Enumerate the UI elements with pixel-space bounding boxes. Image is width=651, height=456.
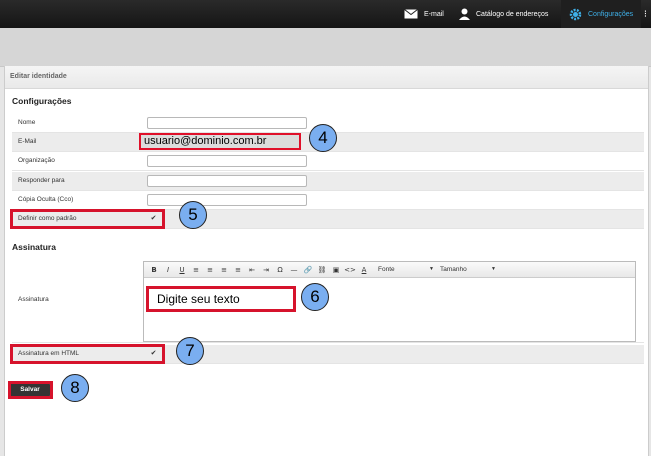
bold-button[interactable]: B	[148, 264, 160, 276]
indent-button[interactable]: ⇥	[260, 264, 272, 276]
more-menu-icon: ⁝	[643, 8, 647, 20]
italic-button[interactable]: I	[162, 264, 174, 276]
email-label: E-Mail	[18, 138, 37, 145]
nav-email-label: E-mail	[424, 10, 444, 18]
person-icon	[459, 8, 470, 20]
more-menu[interactable]: ⁝	[644, 0, 647, 28]
top-navigation-bar: E-mail Catálogo de endereços Configuraçõ…	[0, 0, 651, 28]
special-char-button[interactable]: Ω	[274, 264, 286, 276]
align-center-button[interactable]: ≡	[204, 264, 216, 276]
signature-section-title: Assinatura	[12, 242, 56, 252]
callout-6: 6	[301, 283, 329, 311]
reply-row: Responder para	[12, 172, 644, 191]
outdent-button[interactable]: ⇤	[246, 264, 258, 276]
font-select-arrow-icon: ▼	[429, 266, 434, 272]
signature-text[interactable]: Digite seu texto	[146, 286, 296, 312]
align-left-button[interactable]: ≡	[190, 264, 202, 276]
image-button[interactable]: ▣	[330, 264, 342, 276]
nav-settings[interactable]: Configurações	[561, 0, 642, 28]
callout-7: 7	[176, 337, 204, 365]
panel-header: Editar identidade	[5, 66, 648, 89]
org-label: Organização	[18, 157, 55, 164]
email-field[interactable]: usuario@dominio.com.br	[139, 133, 301, 150]
source-code-button[interactable]: <>	[344, 264, 356, 276]
nav-email[interactable]: E-mail	[404, 0, 444, 28]
reply-field[interactable]	[147, 175, 307, 187]
horizontal-rule-button[interactable]: —	[288, 264, 300, 276]
reply-label: Responder para	[18, 177, 65, 184]
font-select-label: Fonte	[378, 266, 395, 273]
gear-icon	[569, 8, 582, 20]
signature-label: Assinatura	[18, 296, 49, 303]
nav-settings-label: Configurações	[588, 10, 634, 18]
underline-button[interactable]: U	[176, 264, 188, 276]
highlight-html-signature	[10, 344, 165, 364]
justify-button[interactable]: ≡	[232, 264, 244, 276]
bcc-row: Cópia Oculta (Cco)	[12, 191, 644, 210]
sub-header-band	[0, 28, 651, 67]
align-right-button[interactable]: ≡	[218, 264, 230, 276]
text-color-button[interactable]: A	[358, 264, 370, 276]
org-row: Organização	[12, 152, 644, 171]
nav-contacts[interactable]: Catálogo de endereços	[459, 0, 548, 28]
org-field[interactable]	[147, 155, 307, 167]
callout-4: 4	[309, 124, 337, 152]
size-select-arrow-icon: ▼	[491, 266, 496, 272]
envelope-icon	[404, 9, 418, 19]
callout-5: 5	[179, 201, 207, 229]
nav-contacts-label: Catálogo de endereços	[476, 10, 549, 18]
config-section-title: Configurações	[12, 96, 72, 106]
size-select-label: Tamanho	[440, 266, 467, 273]
bcc-field[interactable]	[147, 194, 307, 206]
name-field[interactable]	[147, 117, 307, 129]
unlink-button[interactable]: ⛓	[316, 264, 328, 276]
highlight-save	[8, 381, 53, 399]
font-select[interactable]: Fonte ▼	[378, 266, 434, 273]
link-button[interactable]: 🔗	[302, 264, 314, 276]
size-select[interactable]: Tamanho ▼	[440, 266, 496, 273]
editor-toolbar: B I U ≡ ≡ ≡ ≡ ⇤ ⇥ Ω — 🔗 ⛓ ▣ <> A Fonte ▼ …	[144, 262, 635, 278]
name-label: Nome	[18, 119, 36, 126]
highlight-default	[10, 209, 165, 229]
bcc-label: Cópia Oculta (Cco)	[18, 196, 74, 203]
callout-8: 8	[61, 374, 89, 402]
